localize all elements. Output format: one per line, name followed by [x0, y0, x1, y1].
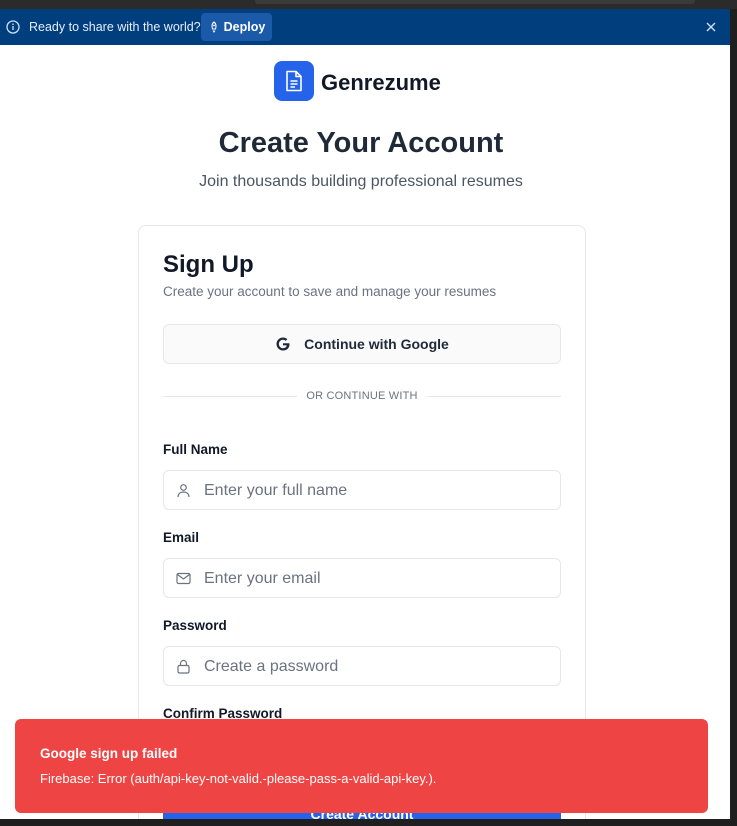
- brand-name: Genrezume: [321, 70, 441, 95]
- email-label: Email: [163, 530, 200, 545]
- google-icon: [276, 337, 290, 351]
- banner-message: Ready to share with the world?: [29, 20, 201, 34]
- email-field[interactable]: Enter your email: [163, 558, 561, 598]
- info-icon: [6, 20, 20, 34]
- browser-frame: Ready to share with the world? Deploy Ge…: [0, 9, 730, 819]
- full-name-field[interactable]: Enter your full name: [163, 470, 561, 510]
- password-field[interactable]: Create a password: [163, 646, 561, 686]
- full-name-label: Full Name: [163, 442, 228, 457]
- google-signin-button[interactable]: Continue with Google: [163, 324, 561, 364]
- window-top-strip: [0, 0, 737, 9]
- divider-line-left: [163, 396, 297, 397]
- rocket-icon: [211, 21, 217, 33]
- full-name-placeholder: Enter your full name: [204, 482, 348, 499]
- mail-icon: [176, 572, 191, 585]
- page-subtitle: Join thousands building professional res…: [199, 173, 523, 190]
- document-icon: [286, 70, 302, 92]
- card-title: Sign Up: [163, 251, 254, 278]
- divider-text: OR CONTINUE WITH: [306, 390, 418, 402]
- deploy-button[interactable]: Deploy: [201, 13, 272, 41]
- email-placeholder: Enter your email: [204, 570, 321, 587]
- toast-description: Firebase: Error (auth/api-key-not-valid.…: [40, 771, 437, 786]
- page-title: Create Your Account: [218, 127, 504, 159]
- app-logo: [274, 61, 314, 101]
- deploy-label: Deploy: [223, 20, 266, 34]
- toast-title: Google sign up failed: [40, 746, 178, 761]
- password-placeholder: Create a password: [204, 658, 339, 675]
- divider: OR CONTINUE WITH: [163, 390, 561, 402]
- error-toast[interactable]: Google sign up failed Firebase: Error (a…: [15, 719, 708, 813]
- password-label: Password: [163, 618, 227, 633]
- divider-line-right: [427, 396, 561, 397]
- card-description: Create your account to save and manage y…: [163, 284, 497, 299]
- user-icon: [177, 484, 190, 498]
- google-button-label: Continue with Google: [304, 336, 449, 352]
- tab-shadow: [255, 0, 695, 4]
- share-banner: Ready to share with the world? Deploy: [0, 9, 730, 45]
- lock-icon: [177, 659, 190, 674]
- close-icon[interactable]: [705, 21, 717, 33]
